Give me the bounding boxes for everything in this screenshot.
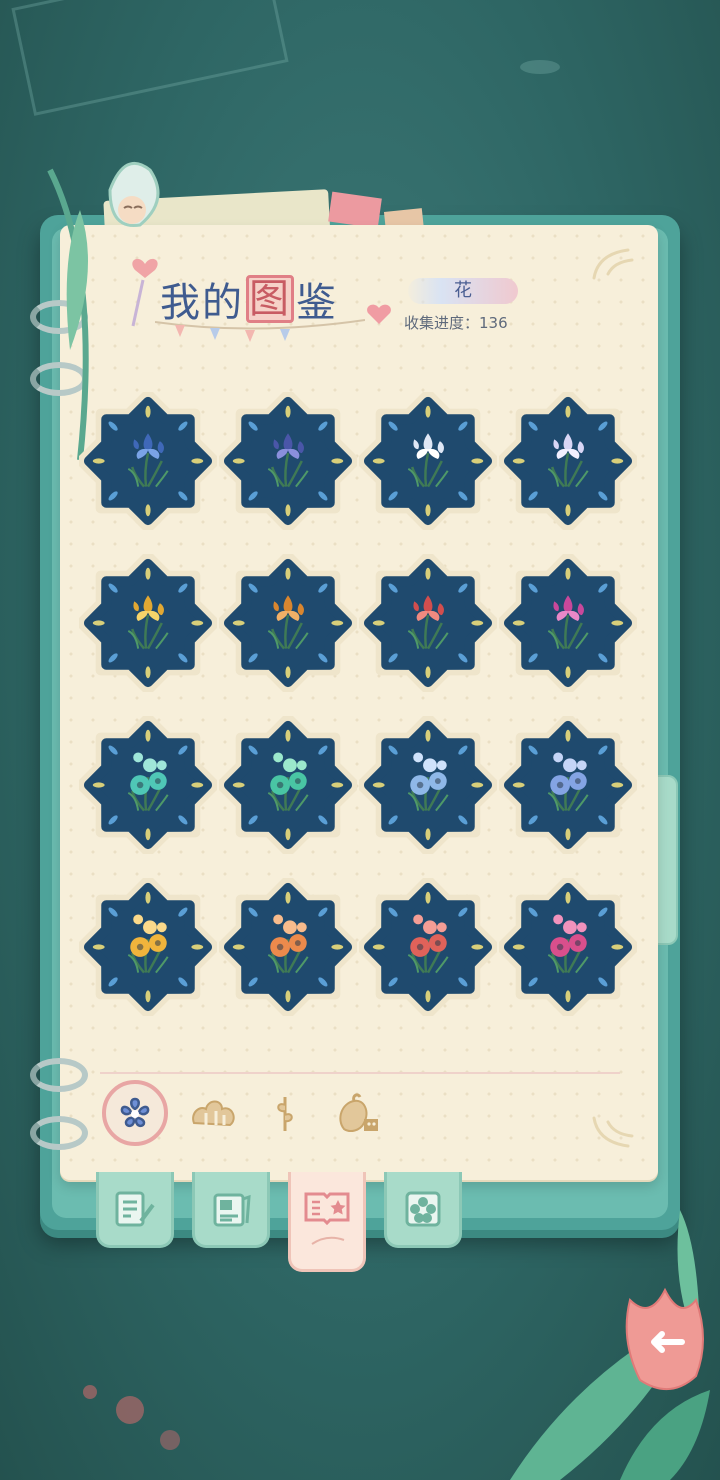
binder-ring [30, 1116, 88, 1150]
tab-garden[interactable] [384, 1172, 462, 1248]
corner-ornament-icon [592, 248, 634, 280]
flower-card[interactable] [78, 380, 218, 542]
flower-badge [79, 392, 217, 530]
flower-collection-grid [78, 380, 638, 1028]
flower-badge [359, 554, 497, 692]
corner-ornament-icon [592, 1116, 634, 1148]
bunting-flags-icon [155, 319, 365, 342]
flower-badge [79, 554, 217, 692]
flower-badge [79, 878, 217, 1016]
flower-card[interactable] [78, 542, 218, 704]
journal-tabs [96, 1172, 476, 1272]
produce-filter-button[interactable] [326, 1080, 392, 1146]
tab-collection[interactable] [288, 1172, 366, 1272]
flower-card[interactable] [358, 866, 498, 1028]
flower-filter-button[interactable] [102, 1080, 168, 1146]
tab-notes[interactable] [96, 1172, 174, 1248]
heart-icon [367, 304, 391, 324]
flower-card[interactable] [358, 542, 498, 704]
flower-badge [499, 392, 637, 530]
produce-icon [339, 1093, 378, 1132]
collection-book-icon [304, 1192, 350, 1245]
progress-value: 136 [479, 314, 508, 332]
flower-badge-icon [405, 1191, 441, 1226]
flower-card[interactable] [358, 704, 498, 866]
flower-badge [359, 716, 497, 854]
herb-icon [277, 1097, 293, 1131]
filter-divider [100, 1072, 620, 1074]
bush-filter-button[interactable] [180, 1080, 246, 1146]
flower-badge [219, 716, 357, 854]
flower-card[interactable] [218, 542, 358, 704]
flower-badge [359, 878, 497, 1016]
herb-filter-button[interactable] [252, 1080, 318, 1146]
flower-card[interactable] [218, 866, 358, 1028]
album-icon [213, 1193, 251, 1226]
flower-card[interactable] [498, 542, 638, 704]
collection-progress: 收集进度：136 [404, 312, 508, 333]
tab-album[interactable] [192, 1172, 270, 1248]
flower-icon [120, 1097, 150, 1128]
flower-card[interactable] [78, 866, 218, 1028]
flower-card[interactable] [498, 866, 638, 1028]
title-highlight-char: 图 [246, 275, 294, 323]
flower-card[interactable] [498, 380, 638, 542]
flower-badge [219, 554, 357, 692]
flower-card[interactable] [498, 704, 638, 866]
category-label: 花 [408, 278, 518, 304]
bush-icon [192, 1100, 235, 1127]
flower-badge [359, 392, 497, 530]
notes-icon [115, 1191, 155, 1226]
flower-card[interactable] [218, 380, 358, 542]
back-button[interactable] [610, 1280, 710, 1410]
flower-badge [499, 878, 637, 1016]
flower-badge [499, 554, 637, 692]
flower-card[interactable] [78, 704, 218, 866]
flower-badge [219, 878, 357, 1016]
binder-ring [30, 1058, 88, 1092]
background-frame-line [520, 60, 560, 74]
flower-badge [499, 716, 637, 854]
background-frame-line [11, 0, 289, 116]
flower-card[interactable] [218, 704, 358, 866]
flower-badge [79, 716, 217, 854]
flower-card[interactable] [358, 380, 498, 542]
progress-label: 收集进度： [404, 314, 480, 332]
flower-badge [219, 392, 357, 530]
leaf-decoration-icon [83, 1385, 180, 1450]
back-arrow-icon [625, 1287, 704, 1391]
